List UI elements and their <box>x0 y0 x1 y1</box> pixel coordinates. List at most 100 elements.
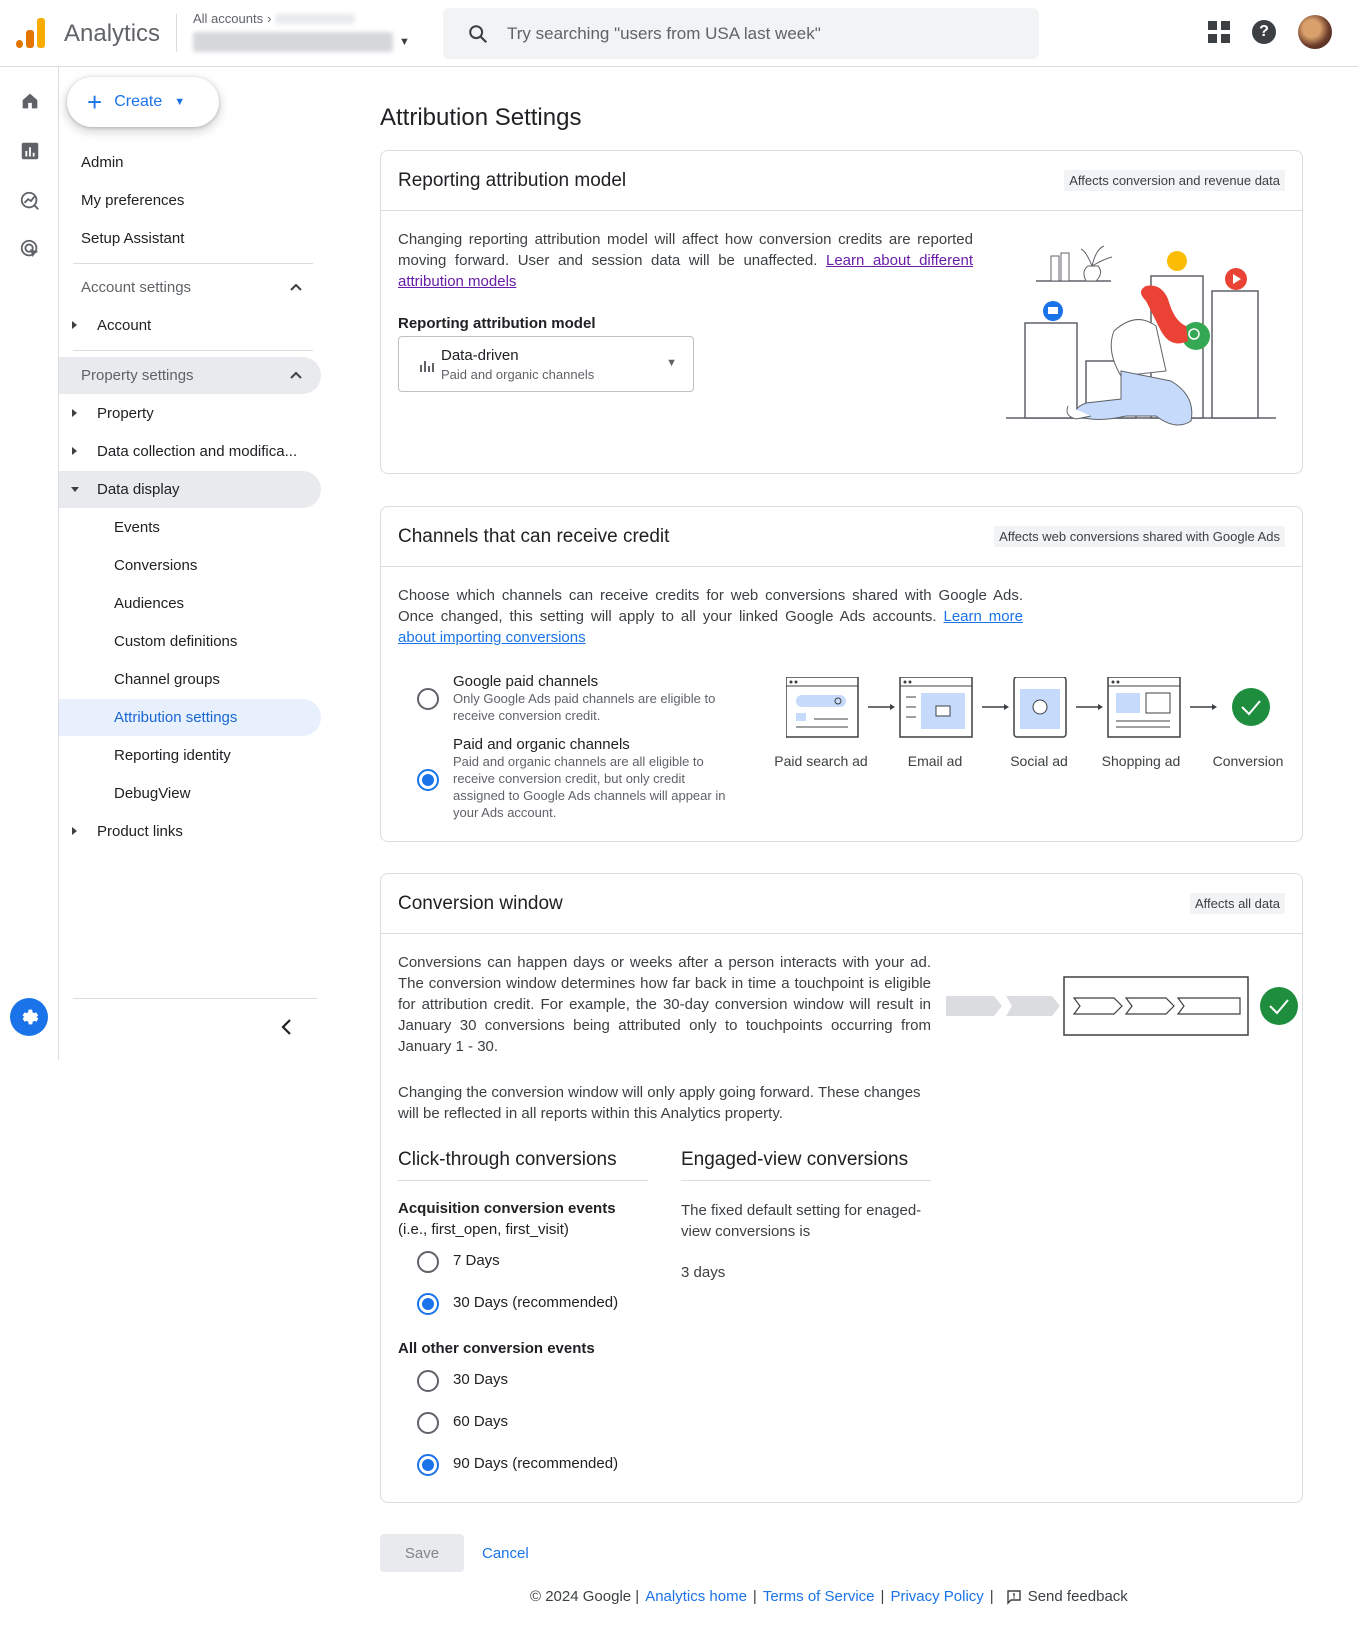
engaged-description: The fixed default setting for enaged-vie… <box>681 1202 922 1240</box>
conversion-window-card: Conversion window Affects all data Conve… <box>380 873 1303 1503</box>
help-icon[interactable]: ? <box>1252 20 1276 44</box>
analytics-home-link[interactable]: Analytics home <box>645 1588 747 1605</box>
nav-debugview[interactable]: DebugView <box>59 775 321 812</box>
description-text: Choose which channels can receive credit… <box>398 587 1023 625</box>
nav-audiences[interactable]: Audiences <box>59 585 321 622</box>
acq-sublabel: (i.e., first_open, first_visit) <box>398 1221 569 1238</box>
advertising-icon[interactable] <box>18 237 42 261</box>
feedback-label: Send feedback <box>1027 1588 1128 1605</box>
section-property-settings[interactable]: Property settings <box>59 357 321 394</box>
footer: © 2024 Google | Analytics home | Terms o… <box>530 1588 1128 1605</box>
reports-icon[interactable] <box>18 139 42 163</box>
nav-events[interactable]: Events <box>59 509 321 546</box>
nav-label: Account <box>97 317 152 334</box>
save-button[interactable]: Save <box>380 1534 464 1572</box>
expand-arrow-icon <box>72 321 77 329</box>
chevron-left-icon[interactable] <box>277 1017 297 1037</box>
privacy-link[interactable]: Privacy Policy <box>890 1588 983 1605</box>
card-description: Changing reporting attribution model wil… <box>398 229 973 292</box>
info-chip: Affects all data <box>1189 893 1285 914</box>
left-nav: + Create ▼ Admin My preferences Setup As… <box>59 67 331 1060</box>
radio-other-30-days[interactable] <box>417 1370 439 1392</box>
flow-label-email: Email ad <box>907 753 963 769</box>
left-rail <box>0 67 59 1060</box>
search-icon <box>469 24 488 43</box>
radio-other-60-days[interactable] <box>417 1412 439 1434</box>
card-title: Conversion window <box>398 892 563 914</box>
attribution-model-select[interactable]: Data-driven Paid and organic channels ▼ <box>398 336 694 392</box>
nav-conversions[interactable]: Conversions <box>59 547 321 584</box>
option-paid-organic: Paid and organic channels Paid and organ… <box>453 736 738 821</box>
nav-product-links[interactable]: Product links <box>59 813 321 850</box>
flow-label-paid-search: Paid search ad <box>774 753 868 769</box>
nav-my-preferences[interactable]: My preferences <box>59 182 321 219</box>
radio-paid-organic[interactable] <box>417 769 439 791</box>
window-note: Changing the conversion window will only… <box>398 1084 921 1122</box>
info-chip: Affects web conversions shared with Goog… <box>994 526 1285 547</box>
nav-label: Data display <box>97 481 180 498</box>
click-through-title: Click-through conversions <box>398 1149 617 1170</box>
divider <box>681 1180 931 1181</box>
property-picker[interactable]: ▼ <box>193 32 410 52</box>
card-title: Reporting attribution model <box>398 169 627 191</box>
card-header: Conversion window Affects all data <box>381 874 1302 934</box>
search-placeholder[interactable]: Try searching "users from USA last week" <box>507 24 821 44</box>
reporting-attribution-card: Reporting attribution model Affects conv… <box>380 150 1303 474</box>
section-account-settings[interactable]: Account settings <box>59 269 321 306</box>
nav-reporting-identity[interactable]: Reporting identity <box>59 737 321 774</box>
nav-data-collection[interactable]: Data collection and modifica... <box>59 433 321 470</box>
admin-gear-icon[interactable] <box>10 998 48 1036</box>
radio-other-90-days[interactable] <box>417 1454 439 1476</box>
separator: | <box>752 1588 757 1605</box>
expand-arrow-icon <box>72 827 77 835</box>
divider <box>176 14 177 52</box>
cancel-button[interactable]: Cancel <box>482 1534 529 1572</box>
flow-label-conversion: Conversion <box>1212 753 1284 769</box>
nav-label: Product links <box>97 823 183 840</box>
nav-custom-definitions[interactable]: Custom definitions <box>59 623 321 660</box>
card-description: Choose which channels can receive credit… <box>398 585 1023 648</box>
feedback-button[interactable]: Send feedback <box>1006 1588 1128 1605</box>
nav-account[interactable]: Account <box>59 307 321 344</box>
radio-google-paid[interactable] <box>417 688 439 710</box>
radio-label: 60 Days <box>453 1413 509 1430</box>
attribution-illustration <box>1006 245 1276 426</box>
nav-setup-assistant[interactable]: Setup Assistant <box>59 220 321 257</box>
window-description: Conversions can happen days or weeks aft… <box>398 954 931 1055</box>
search-bar[interactable]: Try searching "users from USA last week" <box>443 8 1039 59</box>
breadcrumb[interactable]: All accounts › <box>193 11 356 26</box>
section-label: Property settings <box>81 367 194 384</box>
radio-acq-30-days[interactable] <box>417 1293 439 1315</box>
nav-property[interactable]: Property <box>59 395 321 432</box>
chevron-up-icon <box>290 371 302 379</box>
nav-attribution-settings[interactable]: Attribution settings <box>59 699 321 736</box>
avatar[interactable] <box>1298 15 1332 49</box>
flow-label-shopping: Shopping ad <box>1101 753 1181 769</box>
nav-admin[interactable]: Admin <box>59 144 321 181</box>
explore-icon[interactable] <box>18 189 42 213</box>
social-ad-icon <box>1013 677 1067 738</box>
home-icon[interactable] <box>18 89 42 113</box>
plus-icon: + <box>87 87 103 117</box>
nav-data-display[interactable]: Data display <box>59 471 321 508</box>
channels-credit-card: Channels that can receive credit Affects… <box>380 506 1303 842</box>
card-title: Channels that can receive credit <box>398 525 670 547</box>
separator: | <box>989 1588 994 1605</box>
nav-channel-groups[interactable]: Channel groups <box>59 661 321 698</box>
info-chip: Affects conversion and revenue data <box>1064 170 1285 191</box>
engaged-view-title: Engaged-view conversions <box>681 1149 909 1170</box>
feedback-icon <box>1007 1589 1021 1605</box>
top-app-bar: Analytics All accounts › ▼ Try searching… <box>0 0 1358 67</box>
radio-acq-7-days[interactable] <box>417 1251 439 1273</box>
terms-link[interactable]: Terms of Service <box>763 1588 875 1605</box>
analytics-logo[interactable] <box>16 18 46 48</box>
create-button[interactable]: + Create ▼ <box>67 77 219 127</box>
card-header: Channels that can receive credit Affects… <box>381 507 1302 567</box>
apps-grid-icon[interactable] <box>1208 21 1230 43</box>
chevron-up-icon <box>290 283 302 291</box>
option-description: Only Google Ads paid channels are eligib… <box>453 691 716 723</box>
breadcrumb-all-accounts[interactable]: All accounts <box>193 11 263 26</box>
acq-label: Acquisition conversion events <box>398 1200 616 1217</box>
radio-label: 30 Days <box>453 1371 509 1388</box>
conversion-window-diagram <box>946 976 1298 1036</box>
